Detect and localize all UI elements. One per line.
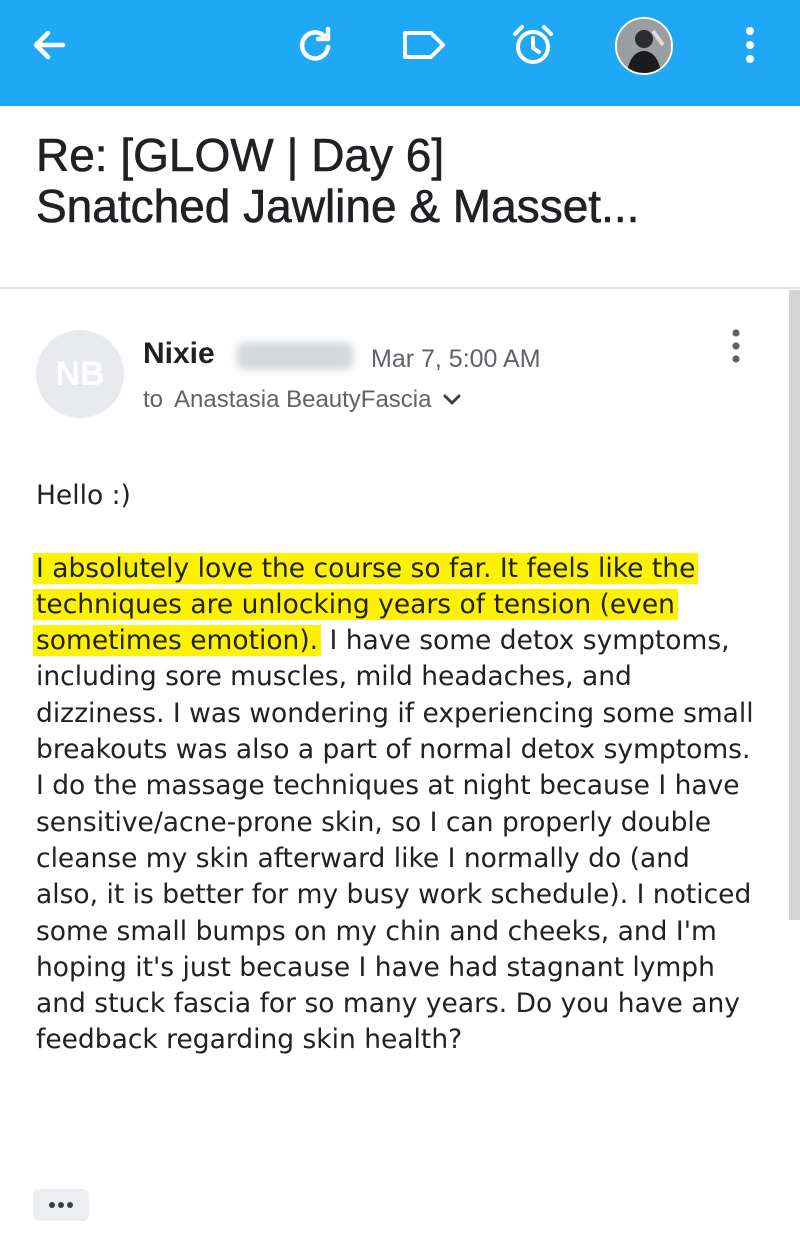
email-subject: Re: [GLOW | Day 6] Snatched Jawline & Ma… xyxy=(36,130,776,232)
to-label: to xyxy=(143,386,164,413)
greeting: Hello :) xyxy=(36,480,131,511)
chevron-down-icon xyxy=(442,393,462,407)
subject-line-2: Snatched Jawline & Masset... xyxy=(36,181,640,232)
redacted-surname xyxy=(236,342,354,370)
label-icon[interactable] xyxy=(396,17,452,73)
back-arrow-icon[interactable] xyxy=(21,17,77,73)
recipient-name: Anastasia BeautyFascia xyxy=(174,386,432,413)
message-text: I have some detox symptoms, including so… xyxy=(36,625,754,1056)
refresh-icon[interactable] xyxy=(287,17,343,73)
snooze-alarm-icon[interactable] xyxy=(505,17,561,73)
scrollbar[interactable] xyxy=(789,290,800,920)
ellipsis-icon xyxy=(49,1202,73,1208)
show-trimmed-content-button[interactable] xyxy=(33,1189,89,1221)
recipient-details-toggle[interactable]: to Anastasia BeautyFascia xyxy=(143,386,462,414)
sender-initials: NB xyxy=(55,354,105,393)
divider xyxy=(0,287,800,289)
subject-line-1: Re: [GLOW | Day 6] xyxy=(36,130,445,181)
message-paragraph: I absolutely love the course so far. It … xyxy=(33,551,756,1059)
sender-name: Nixie xyxy=(143,337,215,370)
message-body: Hello :) I absolutely love the course so… xyxy=(33,478,756,1059)
account-avatar[interactable] xyxy=(615,17,673,75)
message-date: Mar 7, 5:00 AM xyxy=(371,345,541,373)
overflow-menu-icon[interactable] xyxy=(722,17,778,73)
sender-avatar[interactable]: NB xyxy=(36,330,124,418)
message-more-options-icon[interactable] xyxy=(716,322,756,370)
app-bar xyxy=(0,0,800,106)
